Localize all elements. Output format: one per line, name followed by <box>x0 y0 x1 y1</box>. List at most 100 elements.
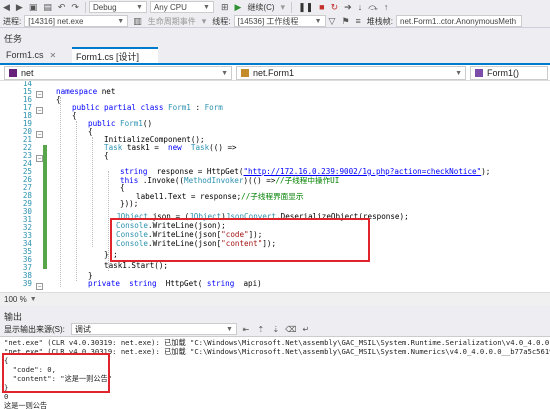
code-token: .Invoke(( <box>142 176 185 185</box>
fold-toggle[interactable]: − <box>36 155 43 162</box>
pause-icon[interactable]: ❚❚ <box>295 1 316 14</box>
continue-icon[interactable]: ▶ <box>232 1 245 14</box>
code-token: string <box>202 279 239 288</box>
output-source-value: 调试 <box>74 324 91 334</box>
class-dropdown[interactable]: net.Form1 ▼ <box>236 66 466 80</box>
chevron-down-icon: ▼ <box>225 325 233 333</box>
lifecycle-events-button[interactable]: 生命周期事件 <box>145 16 199 27</box>
code-token: )(() => <box>243 176 276 185</box>
code-token: (() => <box>209 143 237 152</box>
close-icon[interactable]: ✕ <box>50 51 57 60</box>
chevron-down-icon: ▼ <box>203 3 210 11</box>
filter-icon[interactable]: ▽ <box>326 15 339 28</box>
line-number: 39 <box>22 279 32 288</box>
toolbar-row-2: 进程: [14316] net.exe ▼ ▥ 生命周期事件 ▾ 线程: [145… <box>0 14 523 28</box>
code-line: { <box>56 95 61 104</box>
config-value: Debug <box>92 2 117 12</box>
redo-icon[interactable]: ↷ <box>68 1 82 14</box>
thread-value: [14536] 工作线程 <box>237 16 299 26</box>
find-message-icon[interactable]: ⇤ <box>240 323 252 335</box>
threads-icon[interactable]: ≡ <box>353 15 364 28</box>
chevron-down-icon: ▼ <box>117 17 125 25</box>
fold-toggle[interactable]: − <box>36 131 43 138</box>
output-line: 0 <box>4 392 9 401</box>
tab-label: Form1.cs [设计] <box>76 51 140 62</box>
code-token: () <box>142 119 153 128</box>
fold-toggle[interactable]: − <box>36 91 43 98</box>
clear-all-icon[interactable]: ⌫ <box>285 323 297 335</box>
step-into-icon[interactable]: ↓ <box>355 1 366 14</box>
show-next-statement-icon[interactable]: ➔ <box>341 1 355 14</box>
process-value: [14316] net.exe <box>28 16 84 26</box>
indent-guide <box>60 97 61 287</box>
chevron-down-icon: ▼ <box>221 69 228 77</box>
tab-form1-cs[interactable]: Form1.cs ✕ <box>2 47 70 63</box>
platform-value: Any CPU <box>153 2 187 12</box>
stack-frame-label: 堆栈帧: <box>366 16 394 26</box>
dropdown-icon[interactable]: ▾ <box>278 1 289 14</box>
back-icon[interactable]: ◀ <box>0 1 13 14</box>
code-token: Form1 <box>168 103 191 112</box>
step-over-icon[interactable]: ⤼ <box>365 1 381 14</box>
undo-icon[interactable]: ↶ <box>55 1 69 14</box>
navigation-bar: net ▼ net.Form1 ▼ Form1() <box>0 65 550 81</box>
fold-toggle[interactable]: − <box>36 107 43 114</box>
indent-guide <box>76 121 77 281</box>
stack-frame-select[interactable]: net.Form1..ctor.AnonymousMeth <box>396 15 523 27</box>
code-token: Task <box>186 143 210 152</box>
save-all-icon[interactable]: ▤ <box>40 1 55 14</box>
member-name: Form1() <box>487 68 519 78</box>
debug-toolbar: ◀ ▶ ▣ ▤ ↶ ↷ Debug ▼ Any CPU ▼ ⊞ ▶ 继续(C) ▾ … <box>0 0 550 28</box>
highlight-box <box>2 353 110 393</box>
class-name: net.Form1 <box>253 68 295 78</box>
code-editor[interactable]: − − − − − 14 15 16 17 18 19 20 21 22 23 … <box>0 81 550 292</box>
code-line: this .Invoke((MethodInvoker)(() =>//子线程中… <box>120 175 339 186</box>
lifecycle-icon[interactable]: ▥ <box>130 15 145 28</box>
config-select[interactable]: Debug ▼ <box>88 1 147 13</box>
word-wrap-icon[interactable]: ↵ <box>300 323 312 335</box>
code-token: : <box>190 103 205 112</box>
process-select[interactable]: [14316] net.exe ▼ <box>24 15 129 27</box>
forward-icon[interactable]: ▶ <box>13 1 26 14</box>
project-name: net <box>21 68 34 78</box>
output-toolbar: 显示输出来源(S): 调试 ▼ ⇤ ⇡ ⇣ ⌫ ↵ <box>0 322 550 336</box>
next-message-icon[interactable]: ⇣ <box>270 323 282 335</box>
output-source-label: 显示输出来源(S): <box>4 324 65 334</box>
code-token: { <box>56 95 61 104</box>
code-line: { <box>120 183 125 192</box>
code-line: { <box>88 127 93 136</box>
thread-select[interactable]: [14536] 工作线程 ▼ <box>233 15 326 27</box>
code-token: task1.Start(); <box>104 261 169 270</box>
code-token: net <box>101 87 116 96</box>
step-out-icon[interactable]: ↑ <box>381 1 392 14</box>
attach-icon[interactable]: ⊞ <box>218 1 232 14</box>
stop-icon[interactable]: ■ <box>316 1 327 14</box>
flag-icon[interactable]: ⚑ <box>338 15 352 28</box>
output-text[interactable]: "net.exe" (CLR v4.0.30319: net.exe): 已加载… <box>0 336 550 409</box>
code-line: task1.Start(); <box>104 261 168 270</box>
code-line: label1.Text = response;//子线程界面显示 <box>136 191 303 202</box>
code-line: public Form1() <box>88 119 152 128</box>
output-source-select[interactable]: 调试 ▼ <box>70 323 237 335</box>
continue-button[interactable]: 继续(C) <box>244 2 277 13</box>
csharp-project-icon <box>9 69 17 77</box>
toolbar-row-1: ◀ ▶ ▣ ▤ ↶ ↷ Debug ▼ Any CPU ▼ ⊞ ▶ 继续(C) ▾ … <box>0 0 391 14</box>
code-token: //子线程中操作UI <box>275 176 340 185</box>
separator <box>291 1 293 13</box>
save-icon[interactable]: ▣ <box>26 1 41 14</box>
zoom-level[interactable]: 100 % <box>4 295 27 304</box>
platform-select[interactable]: Any CPU ▼ <box>149 1 214 13</box>
member-dropdown[interactable]: Form1() <box>470 66 548 80</box>
prev-message-icon[interactable]: ⇡ <box>255 323 267 335</box>
chevron-down-icon: ▼ <box>455 69 462 77</box>
change-indicator <box>43 145 47 269</box>
tab-form1-designer[interactable]: Form1.cs [设计] <box>72 47 158 63</box>
restart-icon[interactable]: ↻ <box>328 1 342 14</box>
lifecycle-dropdown-icon[interactable]: ▾ <box>199 15 210 28</box>
output-panel-title: 输出 <box>0 310 550 322</box>
code-token: public partial class <box>72 103 169 112</box>
fold-toggle[interactable]: − <box>36 283 43 290</box>
code-line: Task task1 = new Task(() => <box>104 143 237 152</box>
chevron-down-icon[interactable]: ▼ <box>30 296 37 303</box>
project-dropdown[interactable]: net ▼ <box>4 66 232 80</box>
